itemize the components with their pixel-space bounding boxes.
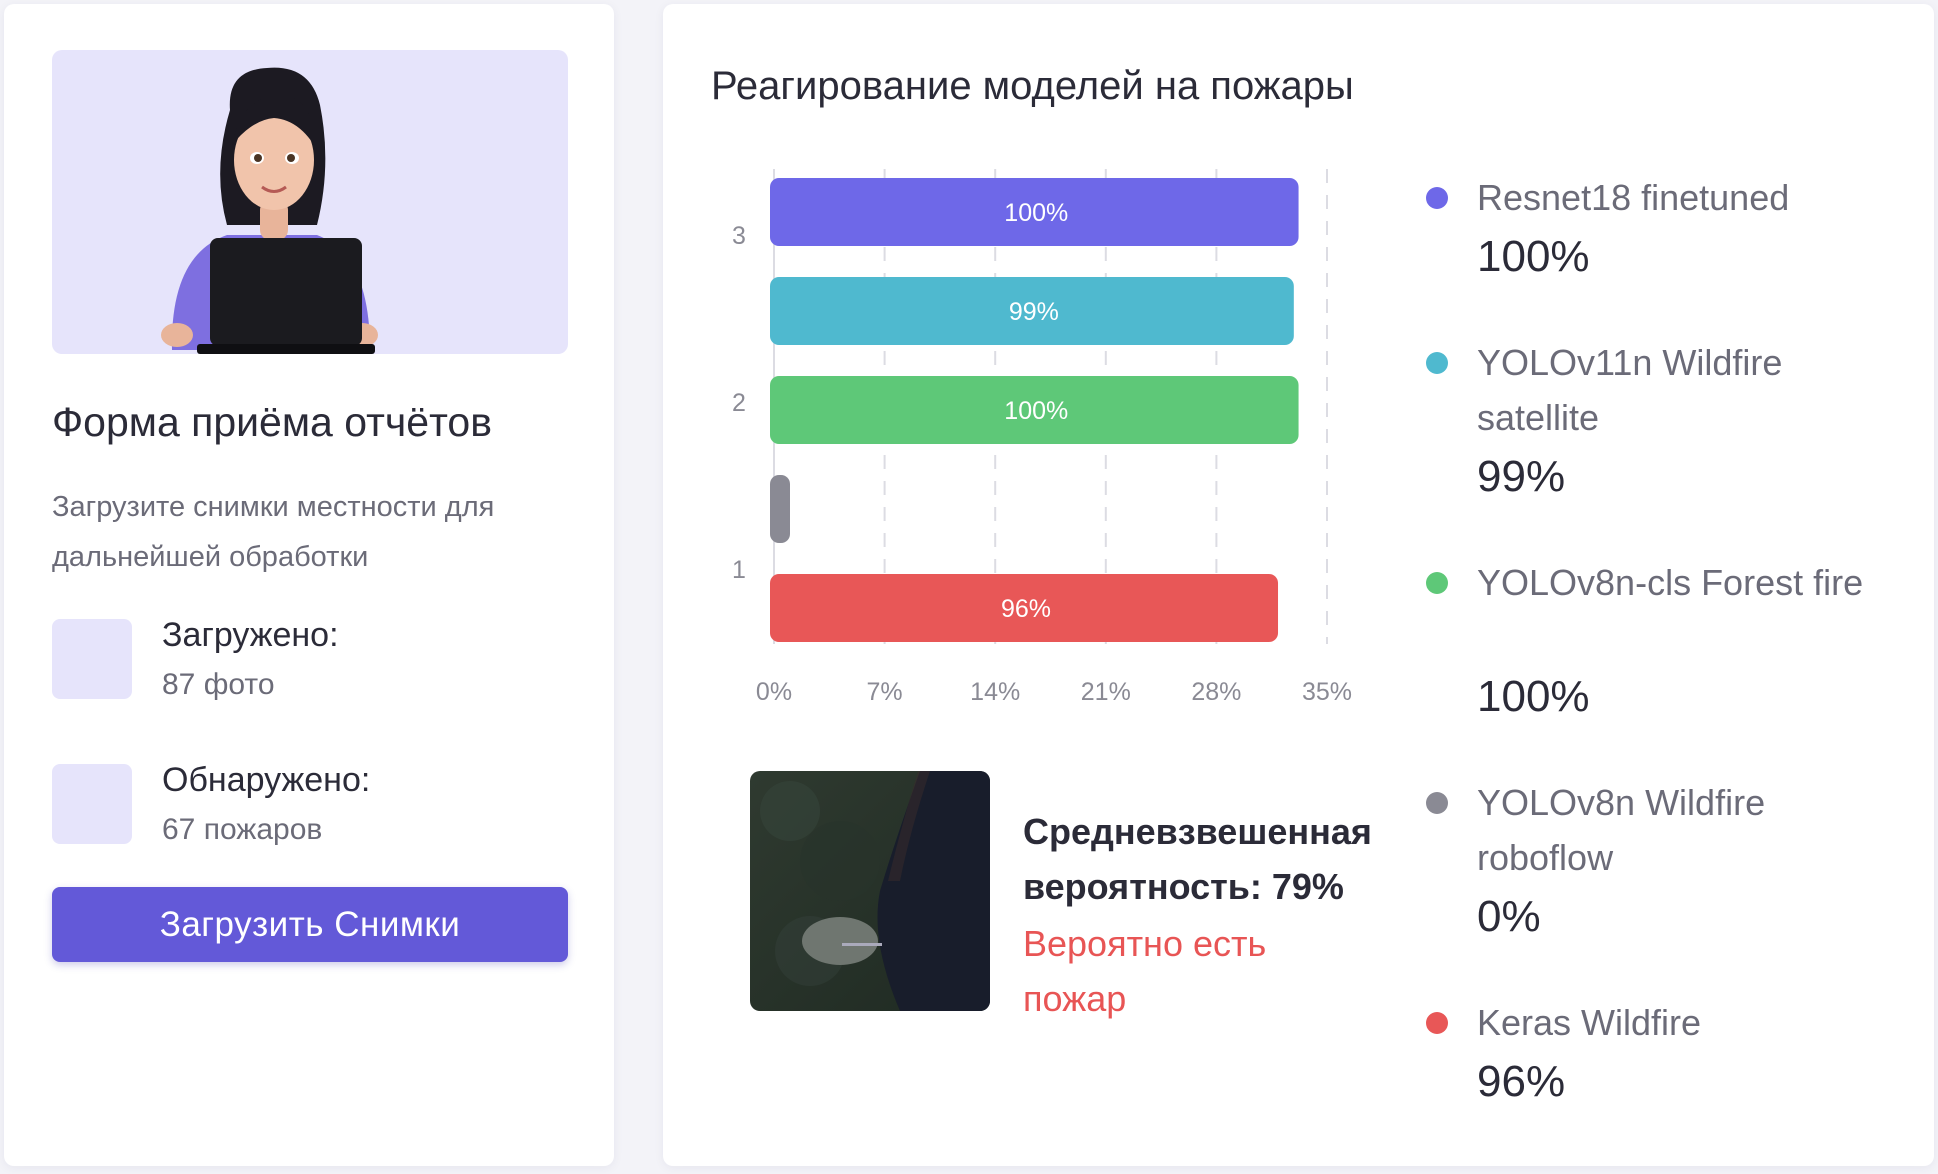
bar-value-label: 100% xyxy=(1004,397,1068,425)
legend-name: YOLOv11n Wildfire satellite xyxy=(1477,342,1783,438)
model-response-chart: 0% 7% 14% 21% 28% 35% 3 2 1 100% 99% 100% 96% xyxy=(732,169,1352,706)
x-tick-label: 28% xyxy=(1191,678,1241,706)
detected-count: 67 пожаров xyxy=(162,813,323,846)
model-response-card: Реагирование моделей на пожары 0% 7% 14% 21… xyxy=(663,4,1934,1166)
legend-name: YOLOv8n-cls Forest fire xyxy=(1477,562,1864,603)
report-form-card: Форма приёма отчётов Загрузите снимки ме… xyxy=(4,4,614,1166)
illustration xyxy=(52,50,568,354)
bar-value-label: 100% xyxy=(1004,199,1068,227)
legend-value: 100% xyxy=(1477,672,1590,721)
woman-with-laptop-icon xyxy=(161,67,378,354)
bar-value-label: 96% xyxy=(1001,595,1051,623)
uploaded-label: Загружено: xyxy=(162,616,339,654)
satellite-image-thumbnail xyxy=(750,771,990,1011)
bar-value-label: 99% xyxy=(1009,298,1059,326)
y-tick-label: 2 xyxy=(732,389,746,417)
legend-value: 96% xyxy=(1477,1057,1566,1106)
y-tick-label: 1 xyxy=(732,556,746,584)
fire-verdict: Вероятно есть пожар xyxy=(1023,923,1267,1019)
legend-dot-icon xyxy=(1426,572,1448,594)
legend-dot-icon xyxy=(1426,1012,1448,1034)
legend-name: Keras Wildfire xyxy=(1477,1002,1702,1043)
x-tick-label: 0% xyxy=(756,678,792,706)
legend-dot-icon xyxy=(1426,352,1448,374)
legend-value: 100% xyxy=(1477,232,1590,281)
legend-value: 0% xyxy=(1477,892,1541,941)
x-tick-label: 35% xyxy=(1302,678,1352,706)
form-description: Загрузите снимки местности для дальнейше… xyxy=(52,491,495,573)
legend-dot-icon xyxy=(1426,187,1448,209)
legend-value: 99% xyxy=(1477,452,1566,501)
detected-label: Обнаружено: xyxy=(162,761,371,799)
x-tick-label: 14% xyxy=(970,678,1020,706)
chart-title: Реагирование моделей на пожары xyxy=(711,64,1354,108)
weighted-probability: Средневзвешенная вероятность: 79% xyxy=(1023,811,1372,907)
bar-yolov8n-wildfire-roboflow xyxy=(770,475,790,543)
form-title: Форма приёма отчётов xyxy=(52,399,492,445)
uploaded-icon xyxy=(52,619,132,699)
upload-images-button[interactable]: Загрузить Снимки xyxy=(52,887,568,962)
x-tick-label: 21% xyxy=(1081,678,1131,706)
legend-name: Resnet18 finetuned xyxy=(1477,177,1790,218)
y-tick-label: 3 xyxy=(732,222,746,250)
x-tick-label: 7% xyxy=(867,678,903,706)
legend-name: YOLOv8n Wildfire roboflow xyxy=(1477,782,1766,878)
uploaded-count: 87 фото xyxy=(162,668,275,701)
detected-icon xyxy=(52,764,132,844)
